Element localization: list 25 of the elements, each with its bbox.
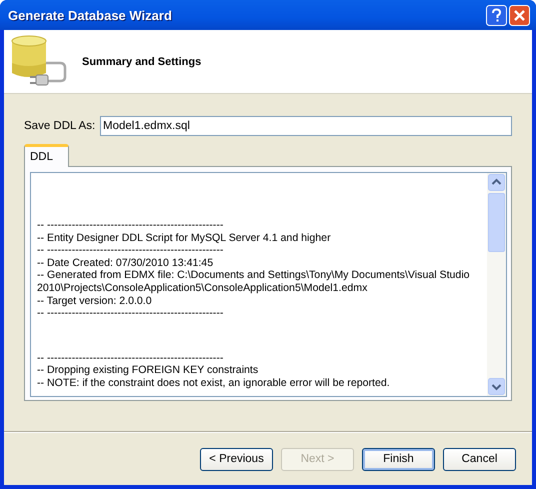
scroll-down-icon[interactable] [488, 378, 505, 395]
database-plug-icon [10, 34, 68, 88]
scrollbar-thumb[interactable] [488, 193, 505, 252]
script-line: -- Dropping existing FOREIGN KEY constraints [37, 364, 260, 377]
page-title: Summary and Settings [82, 56, 202, 68]
script-line: -- Entity Designer DDL Script for MySQL Server 4.1 and higher [37, 232, 332, 244]
script-line: -- -------------------------------------------------- [37, 352, 224, 364]
script-line: -- -------------------------------------------------- [37, 307, 224, 320]
close-icon[interactable] [509, 4, 530, 26]
script-line: -- Generated from EDMX file: C:\Documents and Settings\Tony\My Documents\Visual Studio 2010\Projects\ConsoleApplication5\ConsoleApplication5\Model1.edmx [37, 269, 471, 295]
window-title: Generate Database Wizard [8, 8, 172, 22]
vertical-scrollbar[interactable] [487, 173, 506, 396]
tab[interactable]: DDL [24, 144, 69, 167]
script-line: -- NOTE: if the constraint does not exist, an ignorable error will be reported. [37, 376, 391, 390]
script-line: -- -------------------------------------------------- [37, 219, 224, 232]
script-line: -- -------------------------------------------------- [37, 244, 224, 257]
scroll-up-icon[interactable] [488, 174, 505, 191]
file-name-field[interactable]: Model1.edmx.sql [100, 116, 512, 136]
wizard-button[interactable]: Cancel [443, 448, 516, 470]
script-line: -- Target version: 2.0.0.0 [37, 294, 153, 308]
wizard-button[interactable]: Finish [362, 448, 435, 470]
help-icon[interactable] [486, 4, 507, 26]
field-label: Save DDL As: [24, 120, 96, 132]
script-line: -- Date Created: 07/30/2010 13:41:45 [37, 256, 214, 270]
wizard-button[interactable]: < Previous [200, 448, 273, 470]
